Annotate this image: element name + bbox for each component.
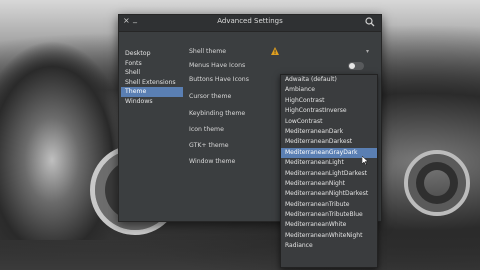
sidebar-item-desktop[interactable]: Desktop xyxy=(121,49,183,59)
sidebar-item-fonts[interactable]: Fonts xyxy=(121,59,183,69)
sidebar-item-shell-extensions[interactable]: Shell Extensions xyxy=(121,78,183,88)
sidebar-item-theme[interactable]: Theme xyxy=(121,87,183,97)
dropdown-option[interactable]: MediterraneanWhiteNight xyxy=(281,231,377,241)
dropdown-option[interactable]: MediterraneanLightDarkest xyxy=(281,169,377,179)
dropdown-option[interactable]: MediterraneanNight xyxy=(281,179,377,189)
icon-theme-label: Icon theme xyxy=(189,126,224,133)
dropdown-option[interactable]: HighContrastInverse xyxy=(281,106,377,116)
warning-icon xyxy=(271,47,279,55)
window-theme-label: Window theme xyxy=(189,158,236,165)
title-bar: × _ Advanced Settings xyxy=(119,14,381,32)
dropdown-option[interactable]: Adwaita (default) xyxy=(281,75,377,85)
menus-have-icons-toggle[interactable] xyxy=(348,62,364,70)
dropdown-option[interactable]: MediterraneanTributeBlue xyxy=(281,210,377,220)
cursor-theme-label: Cursor theme xyxy=(189,93,232,100)
dropdown-option[interactable]: Radiance xyxy=(281,241,377,251)
menus-have-icons-label: Menus Have Icons xyxy=(189,62,246,69)
dropdown-option[interactable]: MediterraneanDarkest xyxy=(281,137,377,147)
dropdown-option[interactable]: MediterraneanWhite xyxy=(281,220,377,230)
keybinding-theme-label: Keybinding theme xyxy=(189,110,246,117)
sidebar: Desktop Fonts Shell Shell Extensions The… xyxy=(121,49,183,106)
mouse-pointer-icon xyxy=(362,156,368,165)
background-car-wheel-right xyxy=(404,150,470,216)
gtk-theme-label: GTK+ theme xyxy=(189,142,229,149)
dropdown-option[interactable]: HighContrast xyxy=(281,96,377,106)
shell-theme-combo-arrow[interactable]: ▾ xyxy=(366,48,369,55)
dropdown-option[interactable]: MediterraneanDark xyxy=(281,127,377,137)
dropdown-option[interactable]: MediterraneanTribute xyxy=(281,200,377,210)
toggle-knob xyxy=(349,63,355,69)
sidebar-item-windows[interactable]: Windows xyxy=(121,97,183,107)
shell-theme-label: Shell theme xyxy=(189,48,227,55)
theme-dropdown-list[interactable]: Adwaita (default) Ambiance HighContrast … xyxy=(280,74,378,268)
window-title: Advanced Settings xyxy=(217,17,283,25)
search-icon[interactable] xyxy=(365,17,375,27)
buttons-have-icons-label: Buttons Have Icons xyxy=(189,76,249,83)
dropdown-option[interactable]: Ambiance xyxy=(281,85,377,95)
dropdown-option[interactable]: LowContrast xyxy=(281,117,377,127)
sidebar-item-shell[interactable]: Shell xyxy=(121,68,183,78)
dropdown-option[interactable]: MediterraneanNightDarkest xyxy=(281,189,377,199)
